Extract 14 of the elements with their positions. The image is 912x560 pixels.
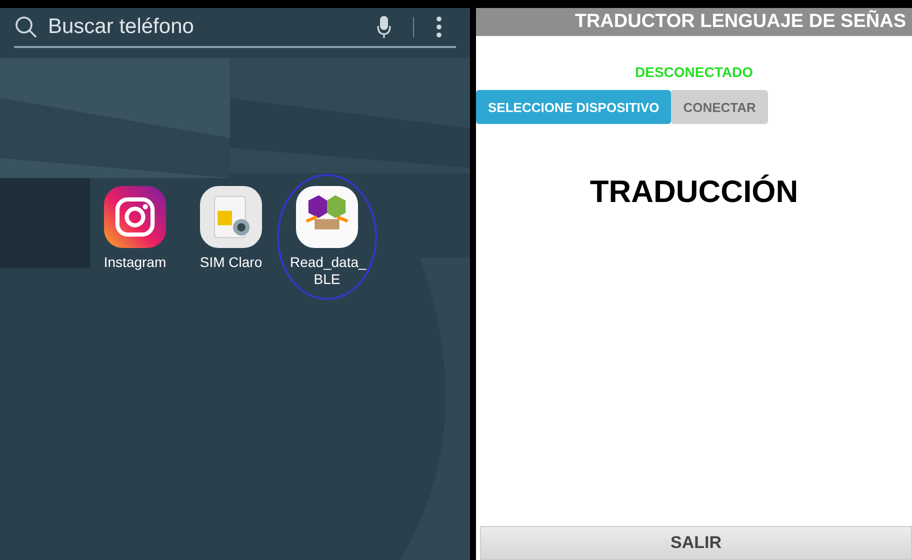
sim-card-icon xyxy=(200,186,262,248)
exit-button[interactable]: SALIR xyxy=(480,526,912,560)
more-options-icon[interactable] xyxy=(436,16,442,38)
app-shortcut[interactable]: Read_data_ BLE xyxy=(289,186,365,288)
connection-status: DESCONECTADO xyxy=(634,64,754,80)
camera-app-icon xyxy=(104,186,166,248)
app-shortcut[interactable]: SIM Claro xyxy=(193,186,269,288)
search-icon xyxy=(14,15,38,39)
microphone-icon[interactable] xyxy=(377,15,391,39)
app-shortcut[interactable]: Instagram xyxy=(97,186,173,288)
app-title: TRADUCTOR LENGUAJE DE SEÑAS xyxy=(574,11,906,33)
search-field[interactable]: Buscar teléfono xyxy=(46,14,369,40)
hexagon-app-icon xyxy=(296,186,358,248)
translation-heading: TRADUCCIÓN xyxy=(588,174,800,210)
